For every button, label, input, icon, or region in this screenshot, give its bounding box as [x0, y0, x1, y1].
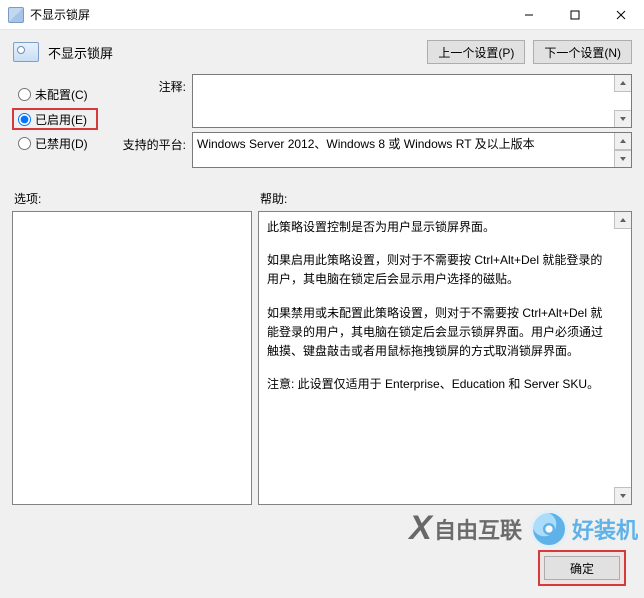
options-label: 选项: [12, 190, 256, 207]
watermark-text-2: 好装机 [572, 513, 638, 545]
ok-button[interactable]: 确定 [544, 556, 620, 580]
policy-name: 不显示锁屏 [48, 43, 113, 62]
help-paragraph: 此策略设置控制是否为用户显示锁屏界面。 [267, 218, 611, 237]
help-scroll-down[interactable] [614, 487, 631, 504]
minimize-button[interactable] [506, 0, 552, 30]
radio-enabled[interactable]: 已启用(E) [12, 108, 98, 130]
close-button[interactable] [598, 0, 644, 30]
radio-not-configured[interactable]: 未配置(C) [12, 84, 118, 105]
titlebar: 不显示锁屏 [0, 0, 644, 30]
platform-textbox: Windows Server 2012、Windows 8 或 Windows … [192, 132, 632, 168]
help-paragraph: 如果启用此策略设置，则对于不需要按 Ctrl+Alt+Del 就能登录的用户，其… [267, 251, 611, 289]
platform-scroll-down[interactable] [614, 150, 631, 167]
radio-not-configured-input[interactable] [18, 88, 31, 101]
radio-enabled-label: 已启用(E) [35, 111, 87, 128]
comment-scroll-up[interactable] [614, 75, 631, 92]
watermark-x-icon: X [409, 509, 430, 548]
next-setting-button[interactable]: 下一个设置(N) [533, 40, 632, 64]
help-paragraph: 如果禁用或未配置此策略设置，则对于不需要按 Ctrl+Alt+Del 就能登录的… [267, 304, 611, 362]
comment-scroll-down[interactable] [614, 110, 631, 127]
radio-not-configured-label: 未配置(C) [35, 86, 88, 103]
footer-buttons: 确定 [538, 550, 626, 586]
options-panel [12, 211, 252, 505]
watermark: X 自由互联 好装机 [409, 509, 638, 548]
radio-disabled-label: 已禁用(D) [35, 135, 88, 152]
help-paragraph: 注意: 此设置仅适用于 Enterprise、Education 和 Serve… [267, 375, 611, 394]
radio-enabled-input[interactable] [18, 113, 31, 126]
window-icon [8, 7, 24, 23]
window-title: 不显示锁屏 [30, 6, 90, 23]
radio-disabled[interactable]: 已禁用(D) [12, 133, 118, 154]
watermark-logo-icon [530, 510, 568, 548]
previous-setting-button[interactable]: 上一个设置(P) [427, 40, 525, 64]
comment-label: 注释: [118, 74, 192, 95]
platform-scroll-up[interactable] [614, 133, 631, 150]
policy-icon [12, 40, 40, 64]
help-scroll-up[interactable] [614, 212, 631, 229]
comment-value [193, 75, 631, 81]
state-radio-group: 未配置(C) 已启用(E) 已禁用(D) [12, 74, 118, 157]
comment-textbox[interactable] [192, 74, 632, 128]
ok-button-highlight: 确定 [538, 550, 626, 586]
help-text: 此策略设置控制是否为用户显示锁屏界面。 如果启用此策略设置，则对于不需要按 Ct… [259, 212, 631, 414]
platform-label: 支持的平台: [118, 132, 192, 153]
watermark-text-1: 自由互联 [434, 513, 522, 545]
help-label: 帮助: [256, 190, 287, 207]
help-panel: 此策略设置控制是否为用户显示锁屏界面。 如果启用此策略设置，则对于不需要按 Ct… [258, 211, 632, 505]
radio-disabled-input[interactable] [18, 137, 31, 150]
platform-value: Windows Server 2012、Windows 8 或 Windows … [193, 133, 631, 155]
header-row: 不显示锁屏 上一个设置(P) 下一个设置(N) [0, 30, 644, 68]
maximize-button[interactable] [552, 0, 598, 30]
